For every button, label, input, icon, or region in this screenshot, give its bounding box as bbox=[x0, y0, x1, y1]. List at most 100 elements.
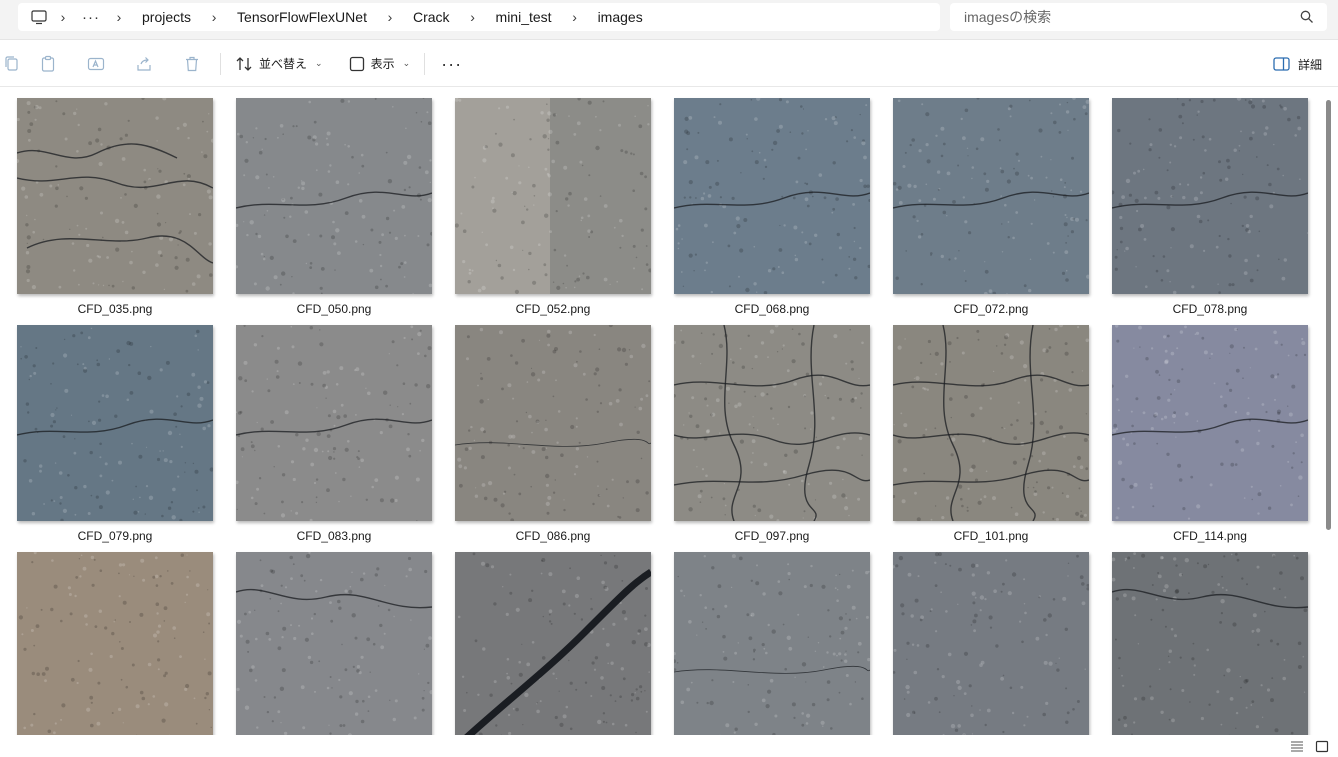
thumbnail-graphic bbox=[455, 325, 651, 521]
image-thumbnail[interactable] bbox=[236, 325, 432, 521]
toolbar-divider bbox=[424, 52, 426, 75]
file-tile[interactable] bbox=[672, 552, 872, 735]
view-button[interactable]: 表示 ⌄ bbox=[339, 48, 421, 80]
computer-icon[interactable] bbox=[28, 6, 50, 28]
sort-icon bbox=[236, 56, 252, 71]
file-tile[interactable] bbox=[453, 552, 653, 735]
large-icons-view-icon[interactable] bbox=[1315, 740, 1329, 753]
file-name: CFD_079.png bbox=[77, 529, 153, 543]
search-icon[interactable] bbox=[1299, 9, 1315, 25]
view-icon bbox=[349, 56, 364, 71]
chevron-down-icon: ⌄ bbox=[402, 58, 411, 68]
file-name: CFD_035.png bbox=[77, 302, 153, 316]
image-thumbnail[interactable] bbox=[1112, 98, 1308, 294]
thumbnail-graphic bbox=[17, 98, 213, 294]
file-tile[interactable]: CFD_050.png bbox=[234, 98, 434, 316]
thumbnail-graphic bbox=[455, 98, 651, 294]
thumbnail-graphic bbox=[455, 552, 651, 735]
image-thumbnail[interactable] bbox=[17, 552, 213, 735]
file-name: CFD_101.png bbox=[953, 529, 1029, 543]
image-thumbnail[interactable] bbox=[674, 552, 870, 735]
file-name: CFD_083.png bbox=[296, 529, 372, 543]
image-thumbnail[interactable] bbox=[236, 98, 432, 294]
image-thumbnail[interactable] bbox=[893, 98, 1089, 294]
file-name: CFD_097.png bbox=[734, 529, 810, 543]
thumbnail-graphic bbox=[236, 325, 432, 521]
chevron-right-icon[interactable]: › bbox=[377, 9, 403, 25]
image-thumbnail[interactable] bbox=[1112, 325, 1308, 521]
image-thumbnail[interactable] bbox=[1112, 552, 1308, 735]
file-tile[interactable] bbox=[1110, 552, 1310, 735]
sort-button[interactable]: 並べ替え ⌄ bbox=[225, 48, 333, 80]
file-tile[interactable]: CFD_068.png bbox=[672, 98, 872, 316]
thumbnail-graphic bbox=[1112, 98, 1308, 294]
more-options-button[interactable]: ··· bbox=[429, 54, 474, 74]
image-thumbnail[interactable] bbox=[17, 325, 213, 521]
breadcrumb-item-images[interactable]: images bbox=[588, 3, 653, 31]
file-tile[interactable] bbox=[15, 552, 215, 735]
file-tile[interactable]: CFD_086.png bbox=[453, 325, 653, 543]
status-bar bbox=[0, 735, 1338, 757]
image-thumbnail[interactable] bbox=[455, 552, 651, 735]
file-tile[interactable]: CFD_052.png bbox=[453, 98, 653, 316]
toolbar-divider bbox=[220, 52, 221, 75]
delete-icon[interactable] bbox=[168, 41, 216, 87]
thumbnail-graphic bbox=[893, 552, 1089, 735]
share-icon[interactable] bbox=[120, 41, 168, 87]
image-thumbnail[interactable] bbox=[893, 552, 1089, 735]
command-bar: 並べ替え ⌄ 表示 ⌄ ··· 詳細 bbox=[0, 41, 1338, 87]
thumbnail-graphic bbox=[17, 325, 213, 521]
file-tile[interactable]: CFD_101.png bbox=[891, 325, 1091, 543]
thumbnail-graphic bbox=[674, 325, 870, 521]
view-label: 表示 bbox=[370, 57, 395, 71]
breadcrumb-item-mini-test[interactable]: mini_test bbox=[486, 3, 562, 31]
sort-label: 並べ替え bbox=[259, 57, 308, 71]
file-name: CFD_068.png bbox=[734, 302, 810, 316]
image-thumbnail[interactable] bbox=[674, 98, 870, 294]
file-name: CFD_052.png bbox=[515, 302, 591, 316]
thumbnail-graphic bbox=[1112, 552, 1308, 735]
file-name: CFD_050.png bbox=[296, 302, 372, 316]
file-name: CFD_086.png bbox=[515, 529, 591, 543]
details-view-icon[interactable] bbox=[1290, 740, 1304, 753]
chevron-right-icon[interactable]: › bbox=[460, 9, 486, 25]
chevron-right-icon[interactable]: › bbox=[562, 9, 588, 25]
copy-icon[interactable] bbox=[0, 41, 24, 87]
file-tile[interactable] bbox=[891, 552, 1091, 735]
file-tile[interactable]: CFD_072.png bbox=[891, 98, 1091, 316]
file-tile[interactable] bbox=[234, 552, 434, 735]
file-tile[interactable]: CFD_079.png bbox=[15, 325, 215, 543]
file-name: CFD_114.png bbox=[1173, 529, 1247, 543]
thumbnail-graphic bbox=[893, 98, 1089, 294]
image-thumbnail[interactable] bbox=[893, 325, 1089, 521]
file-name: CFD_078.png bbox=[1172, 302, 1248, 316]
search-input[interactable]: imagesの検索 bbox=[964, 7, 1299, 27]
file-name: CFD_072.png bbox=[953, 302, 1029, 316]
file-tile[interactable]: CFD_083.png bbox=[234, 325, 434, 543]
image-thumbnail[interactable] bbox=[455, 98, 651, 294]
file-tile[interactable]: CFD_097.png bbox=[672, 325, 872, 543]
breadcrumb[interactable]: › ··· › projects › TensorFlowFlexUNet › … bbox=[18, 3, 940, 31]
image-thumbnail[interactable] bbox=[17, 98, 213, 294]
breadcrumb-item-crack[interactable]: Crack bbox=[403, 3, 460, 31]
file-tile[interactable]: CFD_114.png bbox=[1110, 325, 1310, 543]
chevron-right-icon[interactable]: › bbox=[106, 9, 132, 25]
breadcrumb-item-projects[interactable]: projects bbox=[132, 3, 201, 31]
file-tile[interactable]: CFD_035.png bbox=[15, 98, 215, 316]
thumbnail-graphic bbox=[1112, 325, 1308, 521]
search-box[interactable]: imagesの検索 bbox=[950, 3, 1327, 31]
details-label: 詳細 bbox=[1297, 57, 1322, 72]
vertical-scrollbar[interactable] bbox=[1326, 100, 1331, 530]
chevron-right-icon[interactable]: › bbox=[201, 9, 227, 25]
breadcrumb-overflow-button[interactable]: ··· bbox=[76, 9, 106, 26]
chevron-right-icon[interactable]: › bbox=[50, 9, 76, 25]
paste-icon[interactable] bbox=[24, 41, 72, 87]
image-thumbnail[interactable] bbox=[455, 325, 651, 521]
image-thumbnail[interactable] bbox=[674, 325, 870, 521]
thumbnail-graphic bbox=[674, 98, 870, 294]
breadcrumb-item-tensorflowflexunet[interactable]: TensorFlowFlexUNet bbox=[227, 3, 377, 31]
file-tile[interactable]: CFD_078.png bbox=[1110, 98, 1310, 316]
rename-icon[interactable] bbox=[72, 41, 120, 87]
details-pane-button[interactable]: 詳細 bbox=[1273, 48, 1322, 80]
image-thumbnail[interactable] bbox=[236, 552, 432, 735]
